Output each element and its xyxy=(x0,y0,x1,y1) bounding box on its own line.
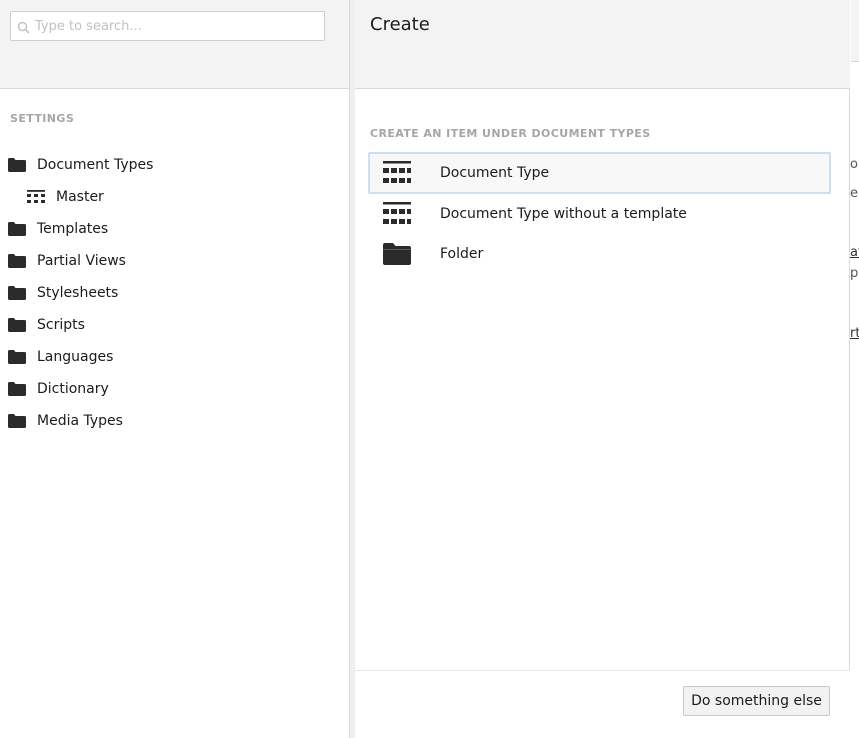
background-link[interactable]: at xyxy=(850,245,859,260)
create-section-label: CREATE AN ITEM UNDER DOCUMENT TYPES xyxy=(370,127,651,140)
folder-icon xyxy=(8,254,26,268)
tree-item-label: Stylesheets xyxy=(37,285,119,301)
option-folder[interactable]: Folder xyxy=(368,233,831,275)
tree-item-media-types[interactable]: Media Types xyxy=(8,407,123,435)
tree-item-label: Master xyxy=(56,189,104,205)
dialog-header: Create xyxy=(355,0,850,89)
create-dialog: Create CREATE AN ITEM UNDER DOCUMENT TYP… xyxy=(355,0,850,738)
background-text: e xyxy=(850,186,858,201)
option-label: Document Type without a template xyxy=(440,206,687,222)
folder-icon xyxy=(8,222,26,236)
tree-item-label: Languages xyxy=(37,349,114,365)
option-label: Document Type xyxy=(440,165,550,181)
tree-item-languages[interactable]: Languages xyxy=(8,343,113,371)
search-input[interactable] xyxy=(35,12,321,40)
tree-item-scripts[interactable]: Scripts xyxy=(8,311,85,339)
background-text: o xyxy=(850,157,858,172)
tree-item-label: Dictionary xyxy=(37,381,109,397)
tree-item-label: Document Types xyxy=(37,157,154,173)
doctype-icon xyxy=(27,190,45,203)
tree-item-label: Scripts xyxy=(37,317,85,333)
folder-icon xyxy=(8,382,26,396)
tree-section-label: SETTINGS xyxy=(10,112,75,125)
tree-item-master[interactable]: Master xyxy=(27,183,104,211)
tree-item-label: Partial Views xyxy=(37,253,126,269)
background-header xyxy=(851,0,859,62)
option-document-type-without-template[interactable]: Document Type without a template xyxy=(368,193,831,235)
search-box[interactable] xyxy=(10,11,325,41)
background-text: p xyxy=(850,266,859,281)
folder-icon xyxy=(8,286,26,300)
dialog-footer: Do something else xyxy=(355,670,850,738)
option-label: Folder xyxy=(440,246,484,262)
option-document-type[interactable]: Document Type xyxy=(368,152,831,194)
tree-item-label: Templates xyxy=(37,221,109,237)
do-something-else-button[interactable]: Do something else xyxy=(683,686,830,716)
doctype-icon xyxy=(383,202,411,224)
tree-item-label: Media Types xyxy=(37,413,123,429)
tree-panel: SETTINGS Document Types Master Templates… xyxy=(0,0,350,738)
tree-item-templates[interactable]: Templates xyxy=(8,215,108,243)
folder-icon xyxy=(8,158,26,172)
tree-item-stylesheets[interactable]: Stylesheets xyxy=(8,279,118,307)
tree-item-partial-views[interactable]: Partial Views xyxy=(8,247,126,275)
search-icon xyxy=(17,21,30,34)
folder-icon xyxy=(8,350,26,364)
background-page-edge: o e at p rt xyxy=(850,0,859,738)
folder-icon xyxy=(8,414,26,428)
tree-item-document-types[interactable]: Document Types xyxy=(8,151,153,179)
doctype-icon xyxy=(383,161,411,183)
folder-icon xyxy=(8,318,26,332)
background-link[interactable]: rt xyxy=(850,326,859,341)
folder-icon xyxy=(383,243,411,265)
tree-header xyxy=(0,0,349,89)
dialog-title: Create xyxy=(370,14,430,35)
tree-item-dictionary[interactable]: Dictionary xyxy=(8,375,109,403)
